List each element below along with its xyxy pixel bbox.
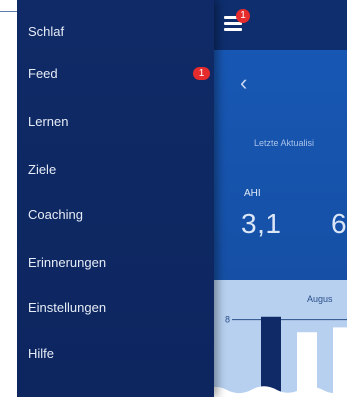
feed-notification-badge: 1 bbox=[193, 67, 210, 80]
menu-item-einstellungen[interactable]: Einstellungen bbox=[28, 293, 208, 323]
menu-item-feed[interactable]: Feed 1 bbox=[28, 59, 210, 89]
menu-item-hilfe[interactable]: Hilfe bbox=[28, 339, 208, 369]
side-menu: Schlaf Feed 1 Lernen Ziele Coaching Erin… bbox=[17, 0, 214, 397]
ahi-label: AHI bbox=[244, 188, 261, 199]
menu-item-coaching[interactable]: Coaching bbox=[28, 200, 208, 230]
chevron-left-icon[interactable]: ‹ bbox=[240, 72, 247, 94]
menu-notification-badge: 1 bbox=[236, 9, 250, 23]
menu-item-label: Feed bbox=[28, 66, 58, 81]
last-update-text: Letzte Aktualisi bbox=[254, 138, 315, 148]
chart-month-label: Augus bbox=[307, 294, 333, 304]
y-tick-label: 8 bbox=[225, 315, 230, 325]
menu-item-label: Hilfe bbox=[28, 346, 55, 361]
callout-leader-line bbox=[0, 11, 17, 12]
menu-item-erinnerungen[interactable]: Erinnerungen bbox=[28, 248, 208, 278]
menu-item-lernen[interactable]: Lernen bbox=[28, 107, 208, 137]
menu-item-label: Lernen bbox=[28, 114, 69, 129]
app-body bbox=[214, 50, 347, 280]
phone-screen: Schlaf Feed 1 Lernen Ziele Coaching Erin… bbox=[17, 0, 347, 397]
ahi-value: 3,1 bbox=[241, 208, 282, 239]
app-content: 1 ‹ Letzte Aktualisi AHI 3,1 6 8 Augus bbox=[214, 0, 347, 397]
menu-item-label: Coaching bbox=[28, 207, 83, 222]
menu-item-label: Schlaf bbox=[28, 24, 65, 39]
menu-item-label: Erinnerungen bbox=[28, 255, 107, 270]
menu-item-schlaf[interactable]: Schlaf bbox=[28, 17, 208, 47]
menu-item-label: Einstellungen bbox=[28, 300, 107, 315]
menu-item-label: Ziele bbox=[28, 162, 57, 177]
secondary-metric-value: 6 bbox=[331, 208, 347, 239]
chart-panel: 8 Augus bbox=[214, 280, 347, 397]
menu-item-ziele[interactable]: Ziele bbox=[28, 155, 208, 185]
